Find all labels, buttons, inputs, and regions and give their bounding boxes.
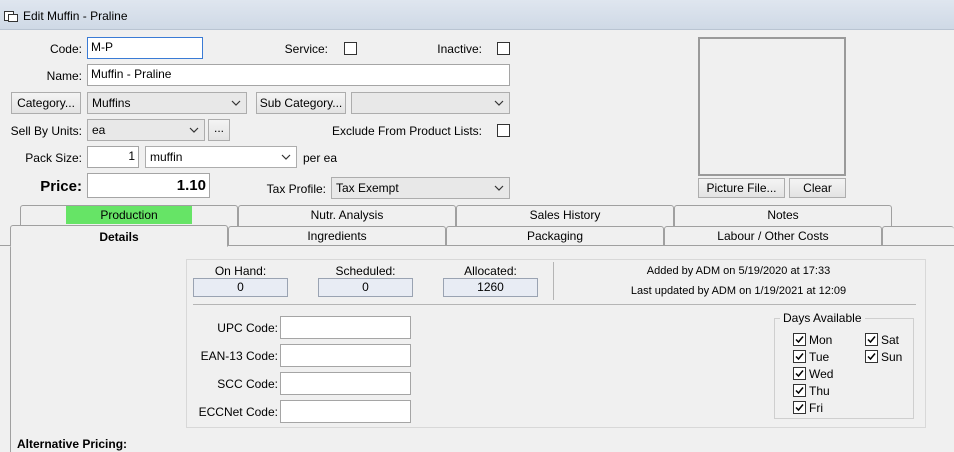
day-mon-checkbox[interactable]: [793, 333, 806, 346]
days-available-title: Days Available: [780, 311, 865, 325]
chevron-down-icon: [494, 100, 504, 106]
chevron-down-icon: [494, 185, 504, 191]
eccnet-input[interactable]: [280, 400, 411, 423]
sell-by-units-select[interactable]: ea: [87, 119, 205, 141]
chevron-down-icon: [231, 100, 241, 106]
pack-size-input[interactable]: 1: [87, 146, 139, 168]
pack-size-label: Pack Size:: [25, 151, 82, 165]
on-hand-label: On Hand:: [214, 264, 267, 278]
day-tue-label: Tue: [809, 350, 830, 364]
title-bar: Edit Muffin - Praline: [0, 0, 954, 30]
tab-packaging-label: Packaging: [526, 229, 584, 243]
sell-by-units-value: ea: [92, 123, 106, 137]
tab-production[interactable]: Production: [20, 205, 238, 226]
checkmark-icon: [867, 336, 876, 344]
checkmark-icon: [795, 370, 804, 378]
service-checkbox[interactable]: [344, 42, 357, 55]
inactive-label: Inactive:: [437, 42, 482, 56]
tab-nutr-analysis-label: Nutr. Analysis: [310, 208, 384, 222]
category-select-value: Muffins: [92, 96, 131, 110]
chevron-down-icon: [189, 127, 199, 133]
day-thu-label: Thu: [809, 384, 830, 398]
checkmark-icon: [795, 336, 804, 344]
inactive-checkbox[interactable]: [497, 42, 510, 55]
scc-input[interactable]: [280, 372, 411, 395]
service-label: Service:: [284, 42, 328, 56]
tax-profile-label: Tax Profile:: [266, 182, 326, 196]
day-mon-label: Mon: [809, 333, 833, 347]
tab-ingredients[interactable]: Ingredients: [228, 226, 446, 245]
clear-picture-button[interactable]: Clear: [789, 178, 846, 198]
window-title: Edit Muffin - Praline: [23, 9, 128, 23]
tab-sales-history-label: Sales History: [529, 208, 601, 222]
price-label: Price:: [40, 178, 82, 195]
stats-divider: [553, 262, 554, 300]
ean-input[interactable]: [280, 344, 411, 367]
category-button[interactable]: Category...: [11, 92, 81, 114]
tab-nutr-analysis[interactable]: Nutr. Analysis: [238, 205, 456, 226]
product-picture: [698, 37, 846, 176]
day-wed-checkbox[interactable]: [793, 367, 806, 380]
pack-unit-value: muffin: [150, 150, 183, 164]
day-fri-label: Fri: [809, 401, 823, 415]
tab-details[interactable]: Details: [10, 225, 228, 247]
day-fri-checkbox[interactable]: [793, 401, 806, 414]
code-input[interactable]: M-P: [87, 37, 203, 59]
scc-label: SCC Code:: [217, 377, 278, 391]
upc-input[interactable]: [280, 316, 411, 339]
tab-notes[interactable]: Notes: [674, 205, 892, 226]
ean-label: EAN-13 Code:: [200, 349, 278, 363]
day-sat-label: Sat: [881, 333, 900, 347]
chevron-down-icon: [281, 154, 291, 160]
category-select[interactable]: Muffins: [87, 92, 247, 114]
alternative-pricing-label: Alternative Pricing:: [17, 437, 128, 451]
scheduled-label: Scheduled:: [335, 264, 396, 278]
price-input[interactable]: 1.10: [87, 173, 210, 198]
scheduled-value: 0: [318, 278, 413, 297]
day-sun-checkbox[interactable]: [865, 350, 878, 363]
tab-labour-label: Labour / Other Costs: [717, 229, 829, 243]
exclude-label: Exclude From Product Lists:: [331, 124, 482, 138]
tab-packaging[interactable]: Packaging: [446, 226, 664, 245]
day-sat-checkbox[interactable]: [865, 333, 878, 346]
day-tue-checkbox[interactable]: [793, 350, 806, 363]
upc-label: UPC Code:: [217, 321, 278, 335]
tab-sales-history[interactable]: Sales History: [456, 205, 674, 226]
allocated-value: 1260: [443, 278, 538, 297]
picture-file-button[interactable]: Picture File...: [698, 178, 785, 198]
pack-unit-select[interactable]: muffin: [145, 146, 297, 168]
allocated-label: Allocated:: [464, 264, 517, 278]
window-icon: [4, 11, 18, 22]
day-sun-label: Sun: [881, 350, 903, 364]
on-hand-value: 0: [193, 278, 288, 297]
per-unit-text: per ea: [303, 151, 338, 165]
day-wed-label: Wed: [809, 367, 834, 381]
tab-details-label: Details: [99, 230, 139, 244]
tab-labour-other-costs[interactable]: Labour / Other Costs: [664, 226, 882, 245]
exclude-checkbox[interactable]: [497, 124, 510, 137]
subcategory-select[interactable]: [351, 92, 510, 114]
name-label: Name:: [46, 69, 82, 83]
tax-profile-value: Tax Exempt: [336, 181, 399, 195]
code-label: Code:: [49, 42, 82, 56]
subcategory-button[interactable]: Sub Category...: [256, 92, 346, 114]
details-separator: [193, 304, 916, 305]
added-by-text: Added by ADM on 5/19/2020 at 17:33: [646, 265, 831, 277]
units-ellipsis-button[interactable]: ...: [208, 119, 230, 141]
checkmark-icon: [795, 387, 804, 395]
eccnet-label: ECCNet Code:: [198, 405, 278, 419]
tax-profile-select[interactable]: Tax Exempt: [331, 177, 510, 199]
tab-notes-label: Notes: [767, 208, 799, 222]
tab-overflow: [882, 226, 954, 245]
tab-production-label: Production: [66, 206, 192, 224]
name-input[interactable]: Muffin - Praline: [87, 64, 510, 86]
checkmark-icon: [795, 404, 804, 412]
tab-ingredients-label: Ingredients: [307, 229, 367, 243]
checkmark-icon: [867, 353, 876, 361]
day-thu-checkbox[interactable]: [793, 384, 806, 397]
updated-by-text: Last updated by ADM on 1/19/2021 at 12:0…: [630, 285, 847, 297]
sell-by-units-label: Sell By Units:: [10, 124, 82, 138]
checkmark-icon: [795, 353, 804, 361]
